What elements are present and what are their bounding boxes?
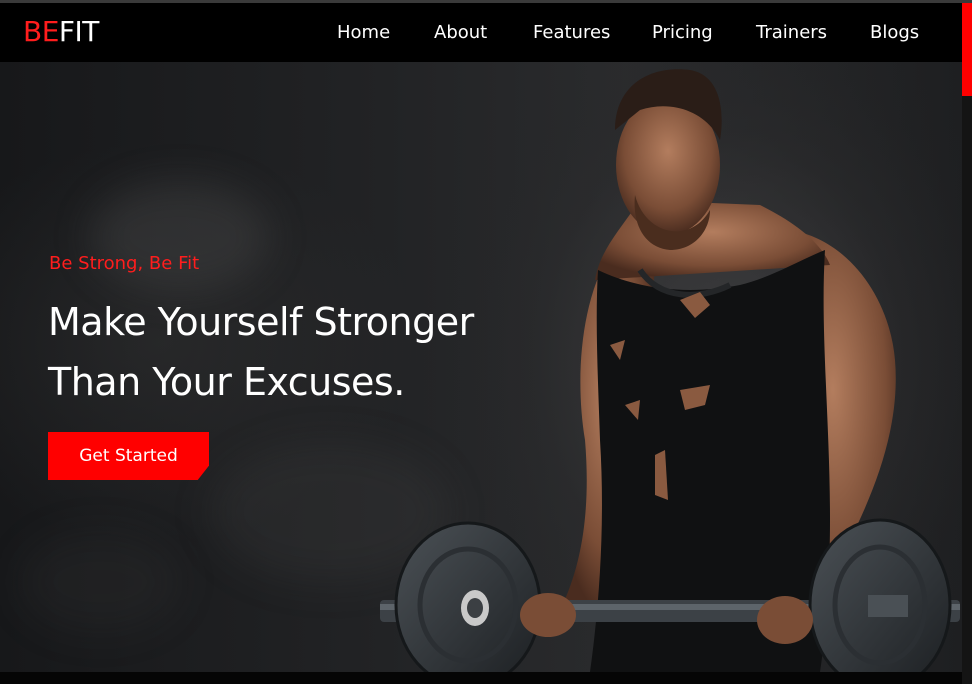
brand-logo-red-part: BE [23,15,59,48]
get-started-button[interactable]: Get Started [48,432,209,480]
hero-section: Be Strong, Be Fit Make Yourself Stronger… [0,62,962,672]
nav-item-blogs[interactable]: Blogs [870,22,919,44]
brand-logo-white-part: FIT [58,15,99,48]
top-navigation: BEFIT Home About Features Pricing Traine… [0,3,962,62]
landing-page: Be Strong, Be Fit Make Yourself Stronger… [0,0,972,684]
nav-item-features[interactable]: Features [533,22,610,44]
scrollbar-track[interactable] [962,3,972,684]
hero-headline-line-1: Make Yourself Stronger [48,300,474,344]
scrollbar-thumb[interactable] [962,3,972,96]
window-bottom-edge [0,672,962,684]
nav-item-home[interactable]: Home [337,22,390,44]
nav-item-trainers[interactable]: Trainers [756,22,827,44]
hero-tagline: Be Strong, Be Fit [49,253,200,274]
hero-headline-line-2: Than Your Excuses. [48,360,405,404]
nav-item-pricing[interactable]: Pricing [652,22,713,44]
hero-headline: Make Yourself Stronger Than Your Excuses… [48,292,474,412]
brand-logo[interactable]: BEFIT [23,16,99,48]
nav-item-about[interactable]: About [434,22,487,44]
